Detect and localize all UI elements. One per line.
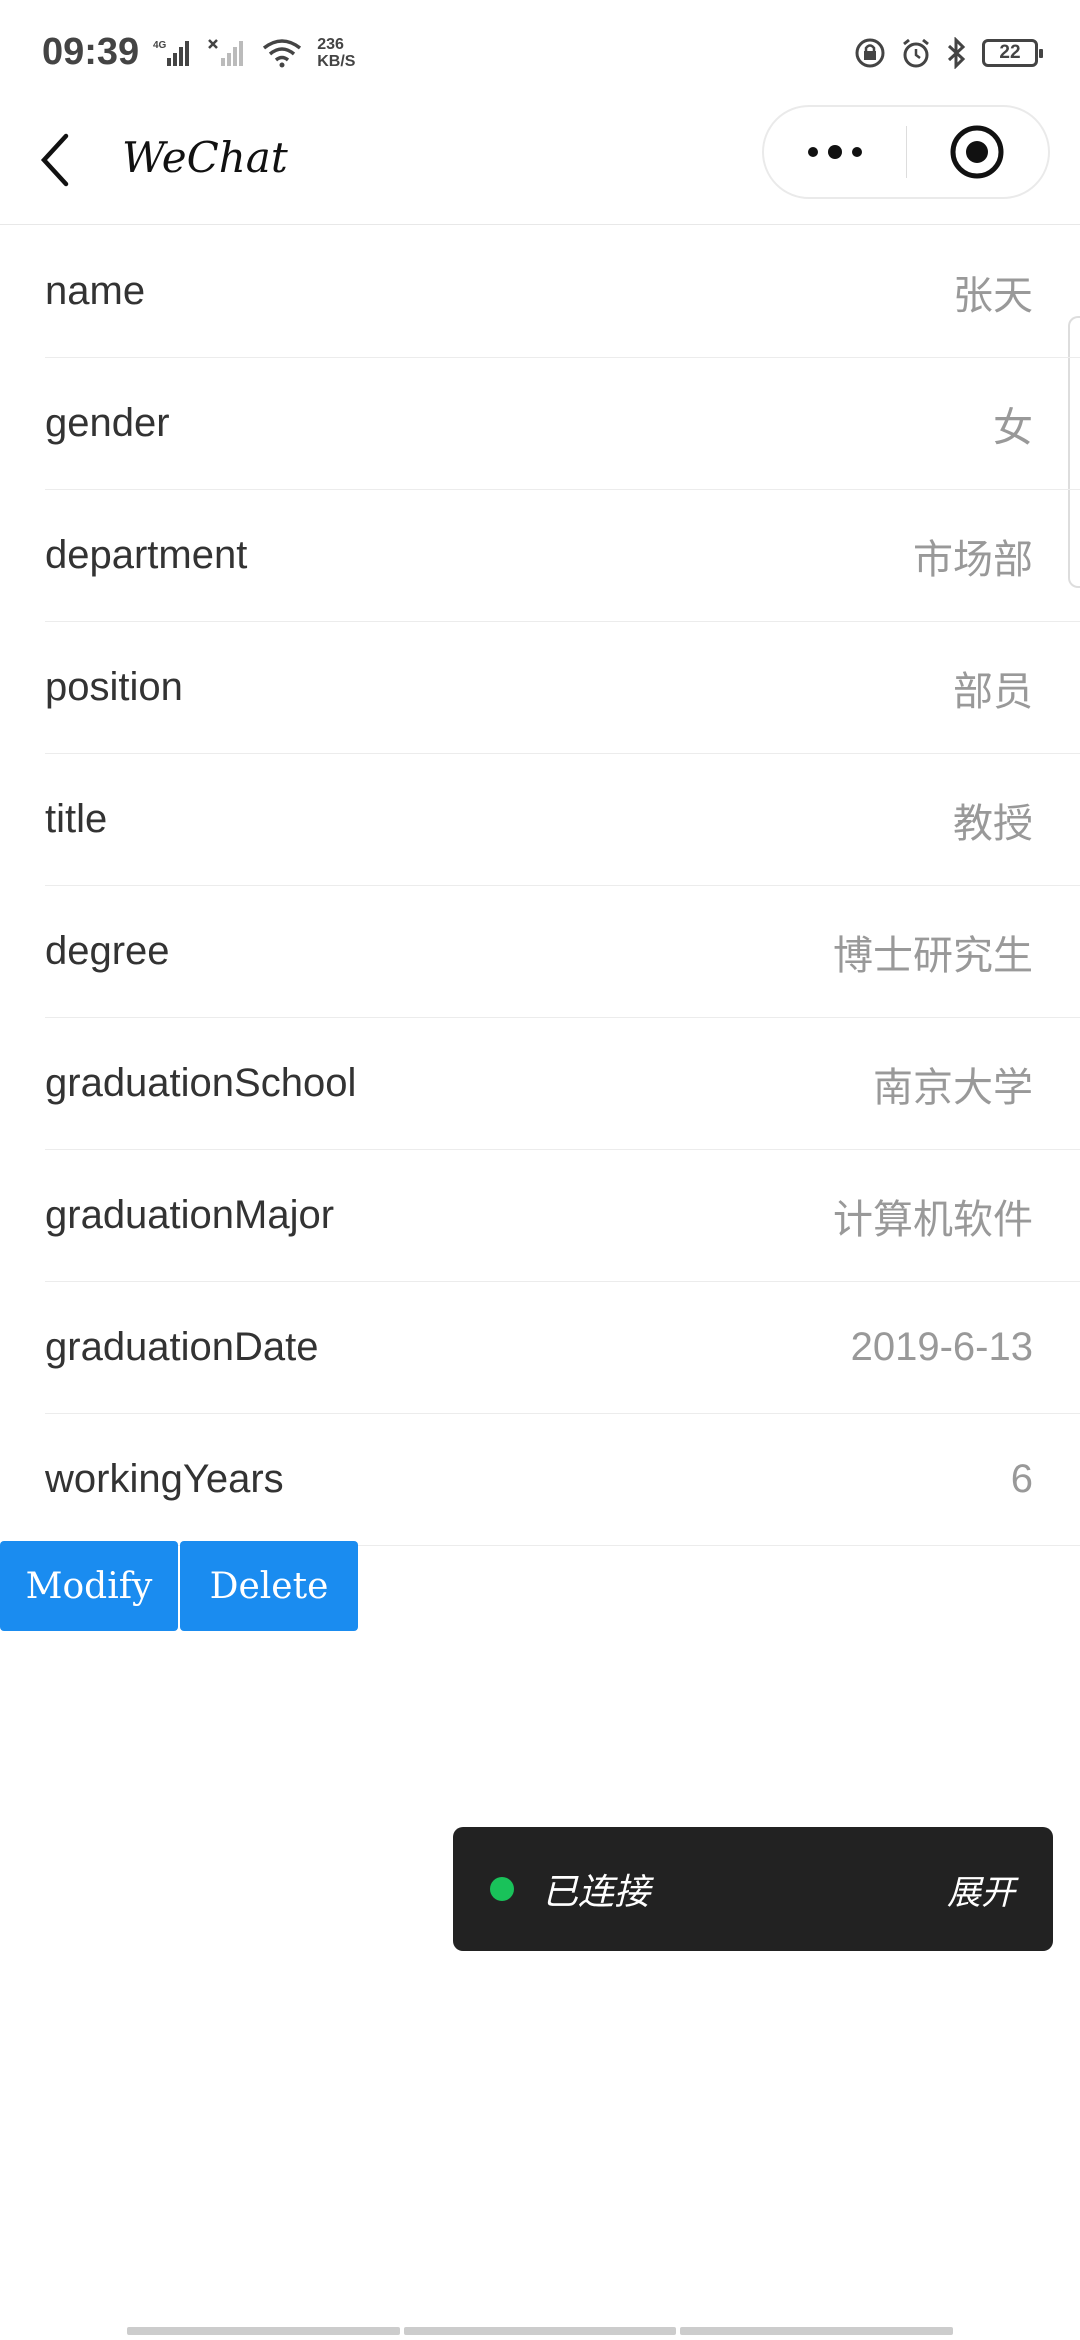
svg-text:4G: 4G: [153, 40, 167, 51]
connected-status-dot: [490, 1877, 514, 1901]
list-item: title 教授: [45, 754, 1080, 886]
close-miniprogram-button[interactable]: [906, 107, 1048, 197]
capsule-menu: [762, 105, 1050, 199]
chevron-left-icon: [40, 133, 69, 187]
field-value-degree: 博士研究生: [833, 933, 1033, 978]
nav-bar: WeChat: [0, 105, 1080, 225]
back-button[interactable]: [38, 125, 88, 195]
field-value-graduation-school: 南京大学: [873, 1065, 1033, 1110]
field-value-gender: 女: [993, 405, 1033, 450]
expand-button[interactable]: 展开: [947, 1865, 1015, 1914]
field-value-graduation-major: 计算机软件: [833, 1197, 1033, 1242]
detail-list: name 张天 gender 女 department 市场部 position…: [0, 226, 1080, 1546]
signal-off-icon: [207, 38, 247, 68]
field-label-department: department: [45, 533, 248, 577]
more-button[interactable]: [764, 107, 906, 197]
list-item: name 张天: [45, 226, 1080, 358]
network-speed: 236 KB/S: [317, 36, 355, 70]
connection-toast: 已连接 展开: [453, 1827, 1053, 1951]
list-item: graduationMajor 计算机软件: [45, 1150, 1080, 1282]
field-label-graduation-major: graduationMajor: [45, 1193, 335, 1237]
field-label-graduation-date: graduationDate: [45, 1325, 319, 1369]
delete-button[interactable]: Delete: [180, 1541, 358, 1631]
home-indicator: [127, 2327, 954, 2335]
bluetooth-icon: [946, 36, 968, 69]
list-item: graduationSchool 南京大学: [45, 1018, 1080, 1150]
field-label-gender: gender: [45, 401, 170, 445]
alarm-icon: [900, 37, 932, 69]
status-time: 09:39: [42, 31, 140, 73]
list-item: workingYears 6: [45, 1414, 1080, 1546]
field-value-working-years: 6: [1010, 1457, 1033, 1501]
speed-value: 236: [317, 35, 344, 53]
status-bar: 09:39 4G 236 KB/S 22: [0, 0, 1080, 105]
field-label-degree: degree: [45, 929, 170, 973]
wifi-icon: [261, 38, 303, 68]
field-label-name: name: [45, 269, 146, 313]
field-value-name: 张天: [953, 273, 1033, 318]
list-item: position 部员: [45, 622, 1080, 754]
connection-status-text: 已连接: [542, 1872, 651, 1913]
signal-4g-icon: 4G: [153, 38, 193, 68]
field-label-position: position: [45, 665, 183, 709]
battery-icon: 22: [982, 38, 1043, 67]
field-label-graduation-school: graduationSchool: [45, 1061, 357, 1105]
modify-button[interactable]: Modify: [0, 1541, 178, 1631]
list-item: degree 博士研究生: [45, 886, 1080, 1018]
field-value-title: 教授: [953, 801, 1033, 846]
field-value-position: 部员: [953, 669, 1033, 714]
list-item: graduationDate 2019-6-13: [45, 1282, 1080, 1414]
status-bar-right: 22: [854, 36, 1043, 69]
field-value-department: 市场部: [913, 537, 1033, 582]
field-value-graduation-date: 2019-6-13: [850, 1325, 1033, 1369]
field-label-title: title: [45, 797, 108, 841]
rotation-lock-icon: [854, 37, 886, 69]
list-item: department 市场部: [45, 490, 1080, 622]
speed-unit: KB/S: [317, 52, 356, 70]
record-target-icon: [950, 125, 1004, 179]
list-item: gender 女: [45, 358, 1080, 490]
field-label-working-years: workingYears: [45, 1457, 284, 1501]
status-bar-left: 09:39 4G 236 KB/S: [42, 31, 355, 74]
page-title: WeChat: [122, 133, 288, 182]
action-buttons: Modify Delete: [0, 1541, 358, 1631]
more-dots-icon: [807, 145, 862, 159]
